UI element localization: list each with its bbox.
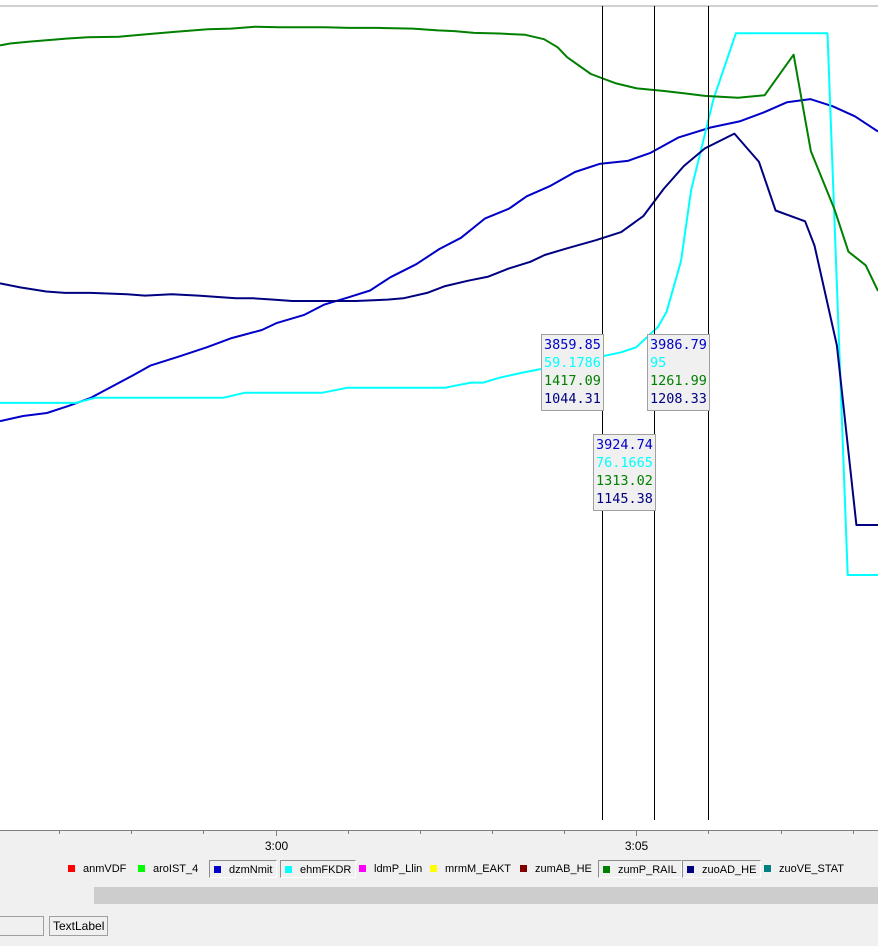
legend-item-aroist-4[interactable]: aroIST_4 xyxy=(134,860,202,878)
cursor-value: 1145.38 xyxy=(596,491,653,507)
cursor-readout-3: 3986.79 95 1261.99 1208.33 xyxy=(647,334,710,411)
cursor-value: 3859.85 xyxy=(544,337,601,353)
cursor-value: 3986.79 xyxy=(650,337,707,353)
series-line-zump-rail xyxy=(0,25,878,292)
cursor-value: 1313.02 xyxy=(596,473,653,489)
legend-swatch xyxy=(68,865,75,872)
legend-item-zump-rail[interactable]: zumP_RAIL xyxy=(598,860,682,878)
legend-item-ehmfkdr[interactable]: ehmFKDR xyxy=(280,860,357,878)
legend-item-mrmm-eakt[interactable]: mrmM_EAKT xyxy=(426,860,515,878)
legend-swatch xyxy=(603,866,610,873)
legend-label: zumAB_HE xyxy=(535,863,592,875)
series-line-zuoad-he xyxy=(0,132,878,526)
legend-item-zuove-stat[interactable]: zuoVE_STAT xyxy=(760,860,848,878)
legend-swatch xyxy=(214,866,221,873)
legend-label: ehmFKDR xyxy=(300,864,352,876)
cursor-value: 1044.31 xyxy=(544,391,601,407)
legend-item-anmvdf[interactable]: anmVDF xyxy=(64,860,130,878)
legend-item-zumab-he[interactable]: zumAB_HE xyxy=(516,860,596,878)
legend-label: anmVDF xyxy=(83,863,127,875)
status-field xyxy=(0,916,44,936)
cursor-readout-1: 3859.85 59.1786 1417.09 1044.31 xyxy=(541,334,604,411)
legend-swatch xyxy=(138,865,145,872)
scrollbar-track[interactable] xyxy=(94,887,878,904)
legend-item-ldmp-llin[interactable]: ldmP_Llin xyxy=(355,860,426,878)
legend: anmVDF aroIST_4 dzmNmit ehmFKDR ldmP_Llin mrm… xyxy=(0,858,878,882)
cursor-value: 76.1665 xyxy=(596,455,653,471)
legend-label: zumP_RAIL xyxy=(618,864,677,876)
cursor-value: 3924.74 xyxy=(596,437,653,453)
chart-canvas[interactable] xyxy=(0,0,878,830)
legend-item-zuoad-he[interactable]: zuoAD_HE xyxy=(682,860,762,878)
legend-label: aroIST_4 xyxy=(153,863,199,875)
legend-label: dzmNmit xyxy=(229,864,273,876)
x-axis-svg: 3:00 3:05 xyxy=(0,830,878,853)
cursor-value: 1417.09 xyxy=(544,373,601,389)
x-tick-label: 3:00 xyxy=(265,839,289,853)
cursor-value: 95 xyxy=(650,355,667,371)
legend-label: zuoAD_HE xyxy=(702,864,757,876)
cursor-readout-2: 3924.74 76.1665 1313.02 1145.38 xyxy=(593,434,656,511)
cursor-value: 59.1786 xyxy=(544,355,601,371)
legend-swatch xyxy=(359,865,366,872)
text-label: TextLabel xyxy=(49,916,109,936)
legend-swatch xyxy=(764,865,771,872)
legend-label: ldmP_Llin xyxy=(374,863,423,875)
status-bar: TextLabel xyxy=(0,913,878,946)
legend-swatch xyxy=(687,866,694,873)
series-line-ehmfkdr xyxy=(0,32,878,576)
cursor-value: 1208.33 xyxy=(650,391,707,407)
horizontal-scrollbar[interactable] xyxy=(0,887,878,904)
legend-swatch xyxy=(285,866,292,873)
legend-swatch xyxy=(520,865,527,872)
x-tick-label: 3:05 xyxy=(625,839,649,853)
cursor-value: 1261.99 xyxy=(650,373,707,389)
x-axis: 3:00 3:05 xyxy=(0,830,878,860)
chart-plot-area[interactable] xyxy=(0,0,878,830)
legend-item-dzmnmit[interactable]: dzmNmit xyxy=(209,860,278,878)
legend-label: mrmM_EAKT xyxy=(445,863,511,875)
legend-swatch xyxy=(430,865,437,872)
legend-label: zuoVE_STAT xyxy=(779,863,845,875)
